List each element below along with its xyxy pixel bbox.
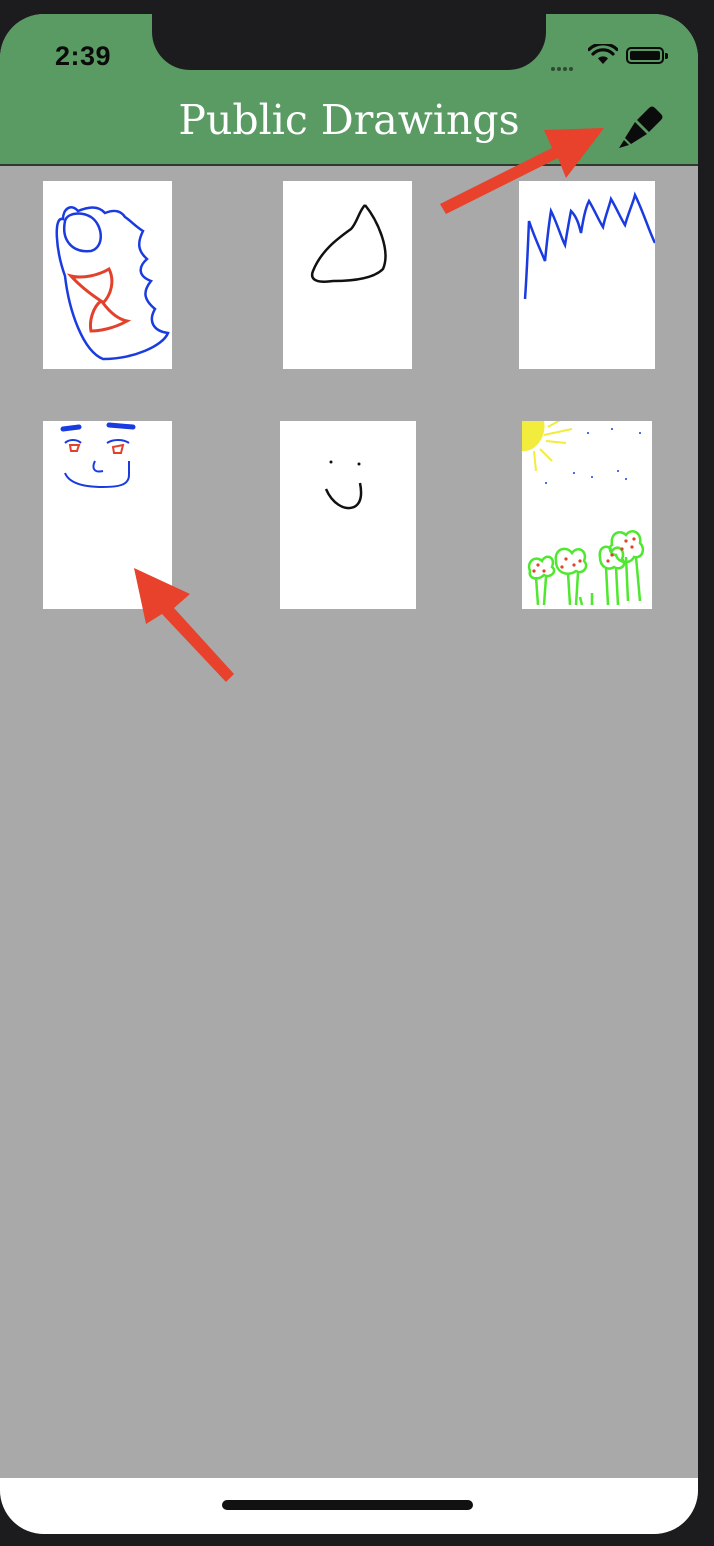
annotation-arrows: [134, 128, 604, 682]
arrow-to-drawing-icon: [134, 568, 234, 682]
arrow-to-pencil-icon: [440, 128, 604, 214]
